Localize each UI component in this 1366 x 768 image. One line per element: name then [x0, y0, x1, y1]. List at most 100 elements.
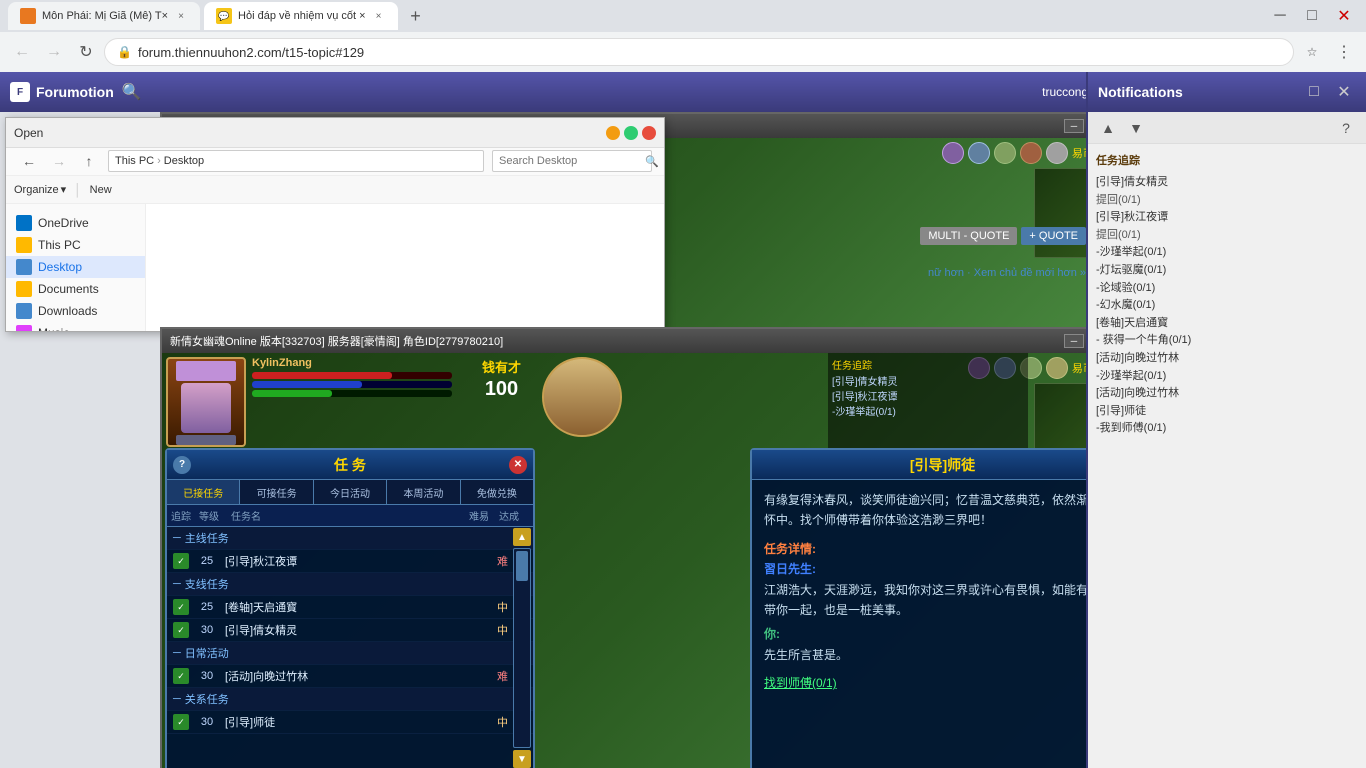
game2-title: 新倩女幽魂Online 版本[332703] 服务器[豪情阁] 角色ID[277…	[170, 333, 1058, 349]
search-icon[interactable]: 🔍	[122, 84, 142, 101]
quest-item-support-2[interactable]: ✓ 30 [引导]倩女精灵 中	[167, 619, 533, 642]
tab-close-2[interactable]: ×	[372, 9, 386, 23]
notif-scroll-down[interactable]: ▼	[1124, 116, 1148, 140]
forward-button[interactable]: →	[40, 38, 68, 66]
restore-button[interactable]: □	[1298, 2, 1326, 30]
quest-name-3: [引导]倩女精灵	[225, 622, 493, 638]
back-button[interactable]: ←	[8, 38, 36, 66]
notif-quest-12: [引导]师徒	[1096, 403, 1358, 421]
notif-section-quest-tracker: 任务追踪	[1092, 148, 1362, 172]
new-button[interactable]: New	[90, 184, 112, 196]
notif-close-btn[interactable]: ✕	[1332, 80, 1356, 104]
forumotion-logo: F Forumotion	[10, 82, 114, 102]
fe-up-button[interactable]: ↑	[78, 150, 100, 172]
quest-item-daily-1[interactable]: ✓ 30 [活动]向晚过竹林 难	[167, 665, 533, 688]
tab-favicon-1	[20, 8, 36, 24]
sidebar-item-downloads[interactable]: Downloads	[6, 300, 145, 322]
col-done: 达成	[499, 508, 529, 523]
quest-item-main-1[interactable]: ✓ 25 [引导]秋江夜谭 难	[167, 550, 533, 573]
notif-expand-btn[interactable]: □	[1302, 80, 1326, 104]
game-window-2[interactable]: 新倩女幽魂Online 版本[332703] 服务器[豪情阁] 角色ID[277…	[160, 327, 1140, 768]
fe-back-button[interactable]: ←	[18, 150, 40, 172]
quest-tab-daily[interactable]: 今日活动	[314, 480, 387, 504]
logo-icon: F	[10, 82, 30, 102]
tab-title-1: Môn Phái: Mị Giã (Mê) T×	[42, 10, 168, 22]
quest-lv-1: 25	[193, 555, 221, 567]
chrome-toolbar: ← → ↻ 🔒 forum.thiennuuhon2.com/t15-topic…	[0, 32, 1366, 72]
quest-column-headers: 追踪 等级 任务名 难易 达成	[167, 505, 533, 527]
notif-quest-8: - 获得一个牛角(0/1)	[1096, 332, 1358, 350]
quest-name-4: [活动]向晚过竹林	[225, 668, 493, 684]
address-bar[interactable]: 🔒 forum.thiennuuhon2.com/t15-topic#129	[104, 38, 1294, 66]
game1-minimize[interactable]: ─	[1064, 119, 1084, 133]
minimize-button[interactable]: ─	[1266, 2, 1294, 30]
notif-items-list: 任务追踪 [引导]倩女精灵 提回(0/1) [引导]秋江夜谭 提回(0/1) -…	[1088, 144, 1366, 768]
file-explorer-controls	[606, 126, 656, 140]
notif-scroll-up[interactable]: ▲	[1096, 116, 1120, 140]
quest-scroll-up[interactable]: ▲	[513, 528, 531, 546]
game2-right-info: 任务追踪 [引导]倩女精灵 [引导]秋江夜谭 -沙瑾举起(0/1)	[828, 353, 1028, 453]
sidebar-item-music[interactable]: Music	[6, 322, 145, 331]
new-tab-button[interactable]: +	[402, 2, 430, 30]
tab-title-2: Hỏi đáp về nhiệm vụ cốt ×	[238, 10, 366, 22]
reload-button[interactable]: ↻	[72, 38, 100, 66]
sidebar-item-onedrive[interactable]: OneDrive	[6, 212, 145, 234]
quest-lv-2: 25	[193, 601, 221, 613]
notif-header: Notifications □ ✕	[1088, 72, 1366, 112]
quest-scroll-thumb[interactable]	[516, 551, 528, 581]
sidebar-item-documents[interactable]: Documents	[6, 278, 145, 300]
quest-tab-exchange[interactable]: 免做兑换	[461, 480, 533, 504]
game2-player-portrait	[166, 357, 246, 447]
browser-content: F Forumotion 🔍 truccongle Notifications …	[0, 72, 1366, 768]
quest-name-2: [卷轴]天启通寳	[225, 599, 493, 615]
topbar-search[interactable]: 🔍	[122, 82, 142, 102]
multi-quote-button[interactable]: MULTI - QUOTE	[920, 227, 1017, 245]
notif-quest-13: -我到师傅(0/1)	[1096, 420, 1358, 438]
quest-tab-available[interactable]: 可接任务	[240, 480, 313, 504]
game2-npc-area: 钱有才 100	[482, 357, 521, 401]
quote-button[interactable]: + QUOTE	[1021, 227, 1086, 245]
game2-player-name: KylinZhang	[252, 357, 452, 369]
quest-help-btn[interactable]: ?	[173, 456, 191, 474]
quest-check-3: ✓	[173, 622, 189, 638]
fe-main-area	[146, 204, 664, 331]
game2-npc-portrait	[542, 357, 622, 437]
dialog-player-text: 先生所言甚是。	[764, 645, 1121, 665]
forum-link-newer[interactable]: nữ hơn · Xem chủ đề mới hơn »	[928, 267, 1086, 279]
dialog-link[interactable]: 找到师傅(0/1)	[764, 673, 1121, 693]
quest-close-btn[interactable]: ✕	[509, 456, 527, 474]
quest-check-2: ✓	[173, 599, 189, 615]
quest-lv-3: 30	[193, 624, 221, 636]
url-text: forum.thiennuuhon2.com/t15-topic#129	[138, 45, 1281, 60]
file-explorer-titlebar: Open	[6, 118, 664, 148]
sidebar-item-desktop[interactable]: Desktop	[6, 256, 145, 278]
quest-tab-weekly[interactable]: 本周活动	[387, 480, 460, 504]
fe-search-input[interactable]	[499, 155, 641, 167]
fe-toolbar-sep: │	[74, 183, 82, 197]
close-button[interactable]: ✕	[1330, 2, 1358, 30]
game2-minimize[interactable]: ─	[1064, 334, 1084, 348]
quest-scroll-track	[513, 548, 531, 748]
quest-section-daily: ─ 日常活动	[167, 642, 533, 665]
quest-check-1: ✓	[173, 553, 189, 569]
tab-hoi-dap[interactable]: 💬 Hỏi đáp về nhiệm vụ cốt × ×	[204, 2, 398, 30]
settings-button[interactable]: ⋮	[1330, 38, 1358, 66]
bookmark-button[interactable]: ☆	[1298, 38, 1326, 66]
quest-lv-5: 30	[193, 716, 221, 728]
fe-minimize-button[interactable]	[606, 126, 620, 140]
fe-forward-button[interactable]: →	[48, 150, 70, 172]
fe-close-button[interactable]	[642, 126, 656, 140]
quest-scroll-down[interactable]: ▼	[513, 750, 531, 768]
quest-item-relation-1[interactable]: ✓ 30 [引导]师徒 中	[167, 711, 533, 734]
quest-section-support: ─ 支线任务	[167, 573, 533, 596]
game2-npc-name: 钱有才	[482, 357, 521, 376]
tab-close-1[interactable]: ×	[174, 9, 188, 23]
logo-text: Forumotion	[36, 84, 114, 100]
organize-button[interactable]: Organize ▾	[14, 183, 66, 196]
quest-tab-accepted[interactable]: 已接任务	[167, 480, 240, 504]
notif-help-btn[interactable]: ?	[1334, 116, 1358, 140]
sidebar-item-this-pc[interactable]: This PC	[6, 234, 145, 256]
fe-maximize-button[interactable]	[624, 126, 638, 140]
quest-item-support-1[interactable]: ✓ 25 [卷轴]天启通寳 中	[167, 596, 533, 619]
tab-mon-phai[interactable]: Môn Phái: Mị Giã (Mê) T× ×	[8, 2, 200, 30]
